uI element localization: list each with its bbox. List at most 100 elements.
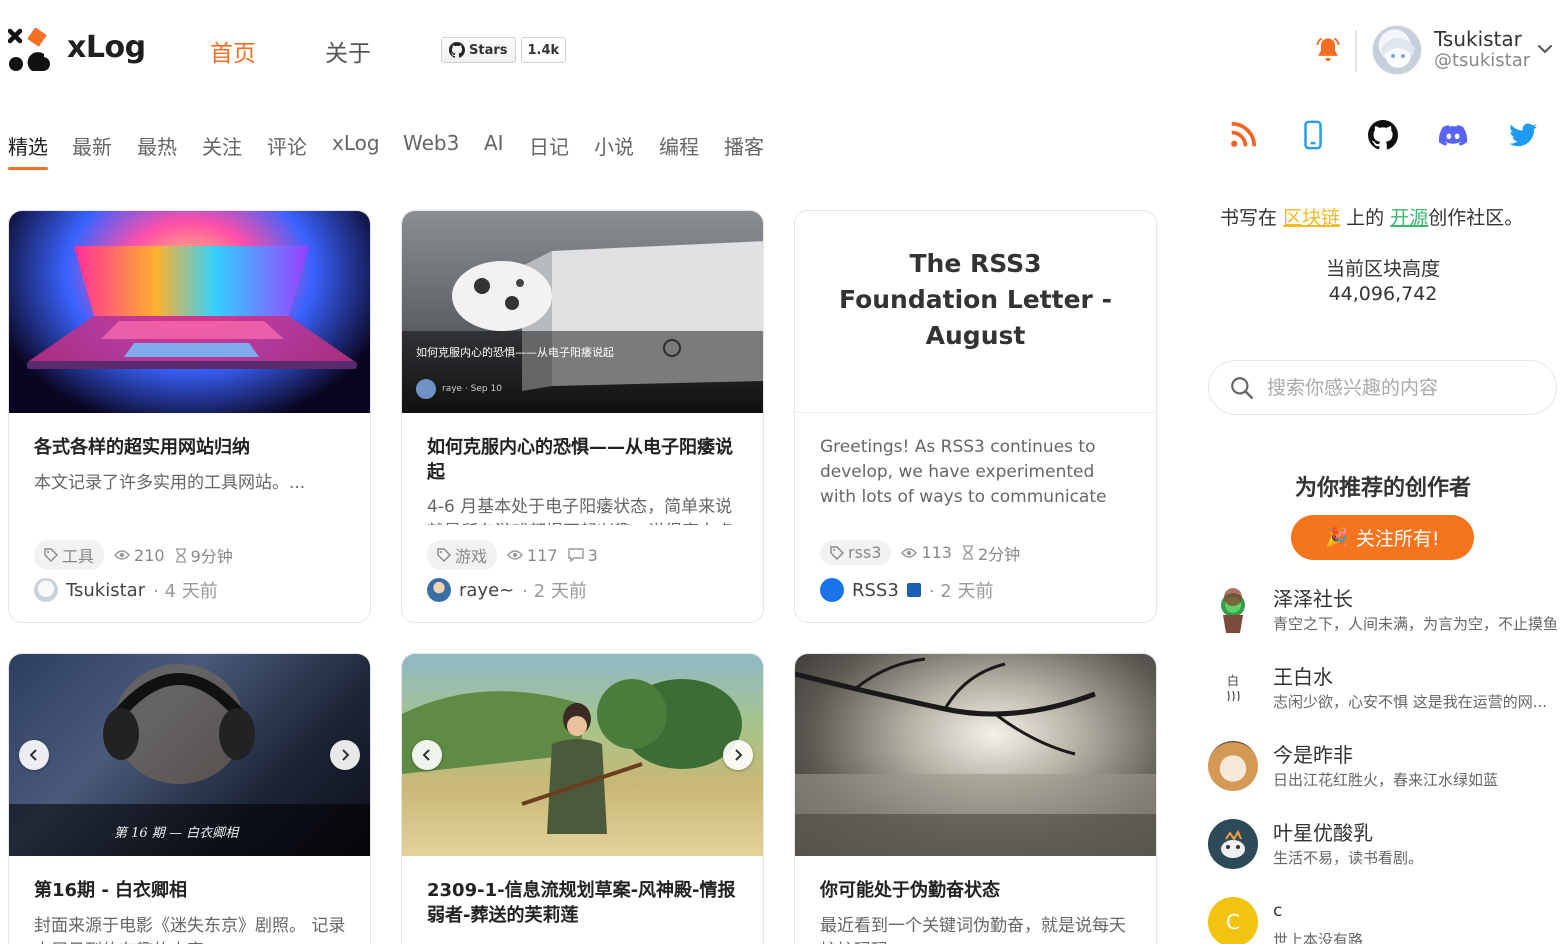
creator-item[interactable]: 叶星优酸乳 生活不易，读书看剧。 [1208, 817, 1568, 877]
carousel-prev-button[interactable] [412, 740, 442, 770]
post-meta: 工具 210 9分钟 [34, 540, 233, 570]
post-card[interactable]: 你可能处于伪勤奋状态 最近看到一个关键词伪勤奋，就是说每天忙忙碌碌 [794, 653, 1157, 944]
follow-all-label: 关注所有! [1355, 528, 1440, 550]
post-card[interactable]: 第 16 期 — 白衣卿相 第16期 - 白衣卿相 封面来源于电影《迷失东京》剧… [8, 653, 371, 944]
creator-avatar: 白 [1208, 663, 1258, 713]
xlog-logo-icon[interactable] [8, 28, 54, 74]
post-title[interactable]: 你可能处于伪勤奋状态 [820, 878, 1130, 903]
user-avatar[interactable] [1372, 25, 1422, 75]
post-tag[interactable]: 工具 [34, 540, 105, 570]
notification-bell-icon[interactable] [1314, 36, 1342, 64]
creator-desc: 生活不易，读书看剧。 [1273, 849, 1424, 867]
author-name: RSS3 [852, 579, 899, 601]
post-card[interactable]: The RSS3 Foundation Letter - August Gree… [794, 210, 1157, 623]
creator-desc: 世上本没有路 [1273, 931, 1364, 944]
user-handle[interactable]: @tsukistar [1434, 50, 1530, 71]
post-title[interactable]: 2309-1-信息流规划草案-风神殿-情报弱者-葬送的芙莉莲 [427, 878, 737, 928]
post-card[interactable]: 2309-1-信息流规划草案-风神殿-情报弱者-葬送的芙莉莲 [401, 653, 764, 944]
post-tag[interactable]: rss3 [820, 540, 892, 565]
chevron-down-icon[interactable] [1536, 40, 1554, 58]
tab-hottest[interactable]: 最热 [137, 131, 177, 160]
eye-icon [901, 547, 918, 558]
logo-text[interactable]: xLog [67, 30, 146, 65]
creator-name[interactable]: 泽泽社长 [1273, 583, 1353, 612]
post-cover-image: 第 16 期 — 白衣卿相 [9, 654, 370, 856]
search-box[interactable] [1208, 360, 1557, 415]
eye-icon [114, 550, 130, 560]
post-author[interactable]: Tsukistar · 4 天前 [34, 577, 218, 603]
creator-item[interactable]: 今是昨非 日出江花红胜火，春来江水绿如蓝 [1208, 739, 1568, 799]
post-card[interactable]: 如何克服内心的恐惧——从电子阳痿说起 raye · Sep 10 如何克服内心的… [401, 210, 764, 623]
github-stars-button[interactable]: Stars 1.4k [441, 37, 567, 63]
tab-novel[interactable]: 小说 [594, 131, 634, 160]
tab-diary[interactable]: 日记 [529, 131, 569, 160]
post-title[interactable]: 各式各样的超实用网站归纳 [34, 435, 344, 460]
search-input[interactable] [1267, 376, 1537, 399]
creator-item[interactable]: 白 王白水 志闲少欲，心安不惧 这是我在运营的网... [1208, 661, 1568, 721]
creator-name[interactable]: 今是昨非 [1273, 739, 1353, 768]
tab-following[interactable]: 关注 [202, 131, 242, 160]
carousel-next-button[interactable] [723, 740, 753, 770]
follow-all-button[interactable]: 🎉 关注所有! [1291, 515, 1474, 560]
creator-avatar: C [1208, 897, 1258, 944]
block-height-value: 44,096,742 [1328, 283, 1438, 305]
party-emoji-icon: 🎉 [1325, 527, 1348, 548]
post-cover-image [9, 211, 370, 413]
creator-item[interactable]: C c 世上本没有路 [1208, 895, 1568, 944]
rss-icon[interactable] [1228, 120, 1258, 150]
github-icon [449, 42, 465, 58]
post-time-value: 2 天前 [533, 581, 587, 602]
tab-web3[interactable]: Web3 [403, 131, 459, 155]
tagline-blockchain-link[interactable]: 区块链 [1283, 207, 1340, 229]
twitter-icon[interactable] [1508, 120, 1538, 150]
post-excerpt: 封面来源于电影《迷失东京》剧照。 记录本周见到的有趣的内容 [34, 916, 346, 944]
creator-item[interactable]: 泽泽社长 青空之下，人间未满，为言为空，不止摸鱼 [1208, 583, 1568, 643]
post-cover-image: 如何克服内心的恐惧——从电子阳痿说起 raye · Sep 10 [402, 211, 763, 413]
cover-author-avatar [416, 379, 436, 399]
github-stars-count: 1.4k [520, 37, 567, 63]
tab-comments[interactable]: 评论 [267, 131, 307, 160]
post-meta: rss3 113 2分钟 [820, 540, 1020, 565]
post-time: · 4 天前 [153, 581, 218, 602]
post-read-time: 9分钟 [190, 547, 233, 566]
creator-avatar [1208, 819, 1258, 869]
chevron-right-icon [735, 749, 743, 761]
user-name[interactable]: Tsukistar [1434, 27, 1522, 51]
post-excerpt: 本文记录了许多实用的工具网站。... [34, 473, 306, 493]
cover-caption: 如何克服内心的恐惧——从电子阳痿说起 [416, 346, 614, 359]
post-card[interactable]: 各式各样的超实用网站归纳 本文记录了许多实用的工具网站。... 工具 210 9… [8, 210, 371, 623]
tab-xlog[interactable]: xLog [332, 131, 380, 155]
carousel-prev-button[interactable] [19, 740, 49, 770]
post-title[interactable]: 如何克服内心的恐惧——从电子阳痿说起 [427, 435, 737, 485]
post-author[interactable]: RSS3 · 2 天前 [820, 577, 993, 603]
mobile-app-icon[interactable] [1298, 120, 1328, 150]
github-icon[interactable] [1368, 120, 1398, 150]
creator-name[interactable]: 王白水 [1273, 661, 1333, 690]
post-tag[interactable]: 游戏 [427, 540, 498, 570]
creator-name[interactable]: c [1273, 901, 1282, 921]
post-author[interactable]: raye~ · 2 天前 [427, 577, 587, 603]
svg-text:白: 白 [1227, 673, 1239, 688]
creator-name[interactable]: 叶星优酸乳 [1273, 817, 1373, 846]
tagline-text: 书写在 [1220, 207, 1278, 229]
nav-home[interactable]: 首页 [210, 34, 256, 68]
post-excerpt: 4-6 月基本处于电子阳痿状态，简单来说就是所有游戏都提不起兴趣，说得直白点 [427, 497, 733, 525]
tab-featured[interactable]: 精选 [8, 131, 48, 160]
tab-latest[interactable]: 最新 [72, 131, 112, 160]
verified-badge-icon [906, 583, 921, 597]
post-title[interactable]: 第16期 - 白衣卿相 [34, 878, 344, 903]
tab-podcast[interactable]: 播客 [724, 131, 764, 160]
recommended-creators-title: 为你推荐的创作者 [1294, 476, 1471, 501]
post-comments: 3 [587, 545, 598, 565]
tab-programming[interactable]: 编程 [659, 131, 699, 160]
nav-about[interactable]: 关于 [325, 34, 371, 68]
post-cover-image [402, 654, 763, 856]
post-read-time: 2分钟 [977, 544, 1021, 564]
tab-ai[interactable]: AI [484, 131, 504, 155]
discord-icon[interactable] [1438, 120, 1468, 150]
search-icon [1231, 376, 1253, 399]
cover-caption: 第 16 期 — 白衣卿相 [114, 826, 239, 841]
carousel-next-button[interactable] [330, 740, 360, 770]
creator-avatar [1208, 741, 1258, 791]
tagline-opensource-link[interactable]: 开源 [1390, 207, 1428, 229]
